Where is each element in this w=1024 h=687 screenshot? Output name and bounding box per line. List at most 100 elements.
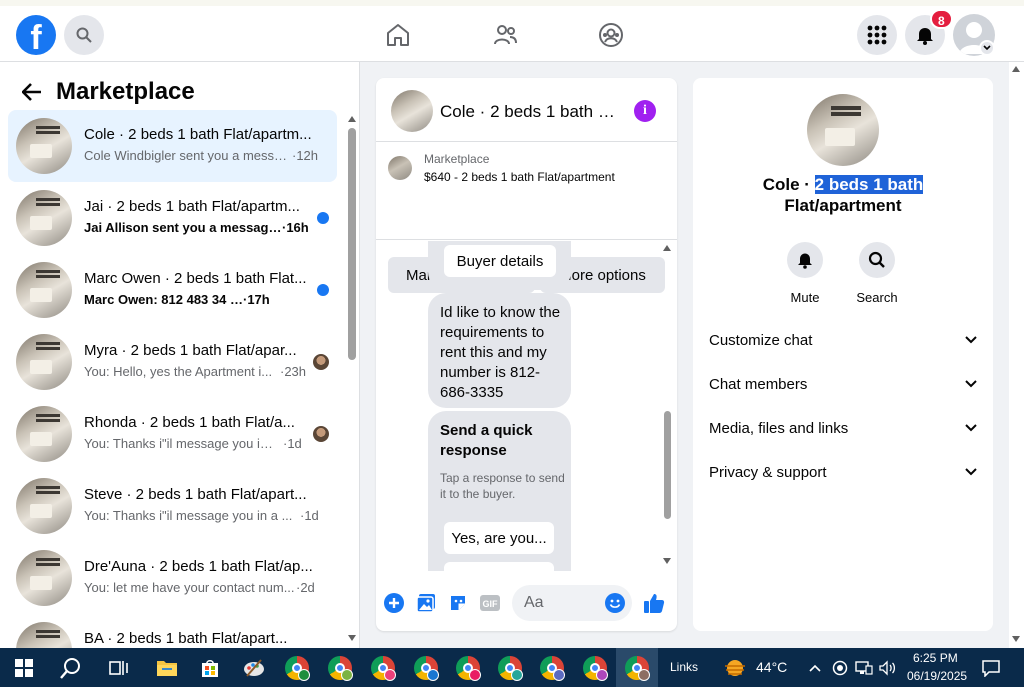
chrome-profile-icon[interactable]: [319, 648, 361, 687]
bell-icon[interactable]: [787, 242, 823, 278]
chrome-profile-icon[interactable]: [616, 648, 658, 687]
row-label: Chat members: [709, 375, 808, 393]
sticker-icon[interactable]: [447, 592, 469, 614]
unread-dot: [317, 212, 329, 224]
mute-action[interactable]: Mute: [775, 242, 835, 305]
listing-thumbnail[interactable]: [388, 156, 412, 180]
info-icon[interactable]: i: [634, 100, 656, 122]
privacy-support-row[interactable]: Privacy & support: [709, 458, 977, 486]
home-icon[interactable]: [384, 21, 412, 49]
chat-header: Cole · 2 beds 1 bath F... i: [376, 78, 677, 142]
listing-thumbnail: [16, 550, 72, 606]
chat-name: Cole · 2 beds 1 bath Flat/apartment: [713, 174, 973, 216]
quick-reply-button[interactable]: Yes, are you...: [444, 522, 554, 554]
emoji-icon[interactable]: [604, 592, 626, 614]
conversation-scrollbar-thumb[interactable]: [348, 128, 356, 360]
media-files-links-row[interactable]: Media, files and links: [709, 414, 977, 442]
page-scrollbar[interactable]: [1009, 62, 1024, 648]
links-toolbar-label[interactable]: Links: [670, 660, 698, 674]
search-action[interactable]: Search: [847, 242, 907, 305]
chrome-profile-icon[interactable]: [362, 648, 404, 687]
account-chevron-icon[interactable]: [979, 40, 995, 56]
quick-response-hint: Tap a response to send it to the buyer.: [440, 471, 565, 501]
chat-pane: Cole · 2 beds 1 bath F... i Marketplace …: [376, 78, 677, 631]
notification-center-icon[interactable]: [970, 648, 1012, 687]
quick-reply-button[interactable]: [444, 562, 554, 571]
listing-price[interactable]: $640 - 2 beds 1 bath Flat/apartment: [424, 170, 615, 184]
conversation-list-pane: Marketplace Cole · 2 beds 1 bath Flat/ap…: [0, 62, 360, 648]
conversation-preview: You: Thanks i"il message you in a ...: [84, 508, 293, 523]
conversation-time: ·1d: [283, 436, 302, 451]
conversation-title: Rhonda · 2 beds 1 bath Flat/a...: [84, 414, 295, 431]
paint-icon[interactable]: [233, 648, 275, 687]
conversation-title: BA · 2 beds 1 bath Flat/apart...: [84, 630, 288, 647]
row-label: Customize chat: [709, 331, 813, 349]
chrome-profile-icon[interactable]: [574, 648, 616, 687]
chevron-down-icon: [965, 424, 977, 432]
scroll-up-arrow-icon[interactable]: [663, 245, 671, 251]
conversation-item[interactable]: Myra · 2 beds 1 bath Flat/apar... You: H…: [8, 326, 337, 398]
conversation-time: ·16h: [282, 220, 309, 235]
conversation-time: ·17h: [243, 292, 270, 307]
marketplace-header: Marketplace: [16, 76, 195, 108]
scroll-down-arrow-icon[interactable]: [1012, 636, 1020, 642]
chat-scrollbar-thumb[interactable]: [664, 411, 671, 519]
back-arrow-icon[interactable]: [16, 76, 48, 108]
chat-avatar[interactable]: [807, 94, 879, 166]
groups-icon[interactable]: [597, 21, 625, 49]
file-explorer-icon[interactable]: [146, 648, 188, 687]
clock-date[interactable]: 06/19/2025: [907, 669, 967, 683]
clock-time[interactable]: 6:25 PM: [913, 651, 958, 665]
plus-icon[interactable]: [383, 592, 405, 614]
bell-icon: [917, 28, 933, 45]
top-navigation-bar: f 8: [0, 0, 1024, 62]
scroll-down-arrow-icon[interactable]: [348, 635, 356, 641]
search-icon[interactable]: [859, 242, 895, 278]
chrome-profile-icon[interactable]: [489, 648, 531, 687]
chevron-up-icon[interactable]: [804, 648, 826, 687]
conversation-item[interactable]: Steve · 2 beds 1 bath Flat/apart... You:…: [8, 470, 337, 542]
conversation-item[interactable]: Rhonda · 2 beds 1 bath Flat/a... You: Th…: [8, 398, 337, 470]
conversation-item[interactable]: Dre'Auna · 2 beds 1 bath Flat/ap... You:…: [8, 542, 337, 614]
task-view-icon[interactable]: [98, 648, 140, 687]
conversation-item[interactable]: BA · 2 beds 1 bath Flat/apart...: [8, 614, 337, 648]
chevron-down-icon: [965, 336, 977, 344]
temperature-text[interactable]: 44°C: [756, 659, 787, 675]
chat-title[interactable]: Cole · 2 beds 1 bath F...: [440, 102, 620, 122]
scroll-down-arrow-icon[interactable]: [663, 558, 671, 564]
windows-start-icon[interactable]: [3, 648, 45, 687]
weather-icon[interactable]: [714, 648, 756, 687]
customize-chat-row[interactable]: Customize chat: [709, 326, 977, 354]
photo-icon[interactable]: [415, 592, 437, 614]
conversation-item[interactable]: Cole · 2 beds 1 bath Flat/apartm... Cole…: [8, 110, 337, 182]
conversation-item[interactable]: Jai · 2 beds 1 bath Flat/apartm... Jai A…: [8, 182, 337, 254]
network-icon[interactable]: [853, 648, 875, 687]
listing-thumbnail: [16, 334, 72, 390]
chat-members-row[interactable]: Chat members: [709, 370, 977, 398]
chrome-profile-icon[interactable]: [531, 648, 573, 687]
volume-icon[interactable]: [877, 648, 899, 687]
taskbar-search-icon[interactable]: [50, 648, 92, 687]
chat-thumbnail[interactable]: [391, 90, 433, 132]
gif-icon[interactable]: GIF: [479, 592, 501, 614]
selected-text: 2 beds 1 bath: [814, 175, 924, 194]
buyer-details-button[interactable]: Buyer details: [444, 245, 556, 277]
record-icon[interactable]: [829, 648, 851, 687]
search-button[interactable]: [64, 15, 104, 55]
friends-icon[interactable]: [491, 21, 519, 49]
menu-button[interactable]: [857, 15, 897, 55]
scroll-up-arrow-icon[interactable]: [1012, 66, 1020, 72]
listing-thumbnail: [16, 406, 72, 462]
scroll-up-arrow-icon[interactable]: [348, 116, 356, 122]
listing-thumbnail: [16, 478, 72, 534]
facebook-logo[interactable]: f: [16, 15, 56, 55]
conversation-item[interactable]: Marc Owen · 2 beds 1 bath Flat... Marc O…: [8, 254, 337, 326]
thumbs-up-icon[interactable]: [643, 592, 665, 614]
chrome-profile-icon[interactable]: [405, 648, 447, 687]
chrome-profile-icon[interactable]: [447, 648, 489, 687]
chrome-profile-icon[interactable]: [276, 648, 318, 687]
microsoft-store-icon[interactable]: [189, 648, 231, 687]
notification-badge: 8: [930, 9, 953, 29]
listing-category: Marketplace: [424, 152, 490, 166]
conversation-time: ·2d: [296, 580, 315, 595]
